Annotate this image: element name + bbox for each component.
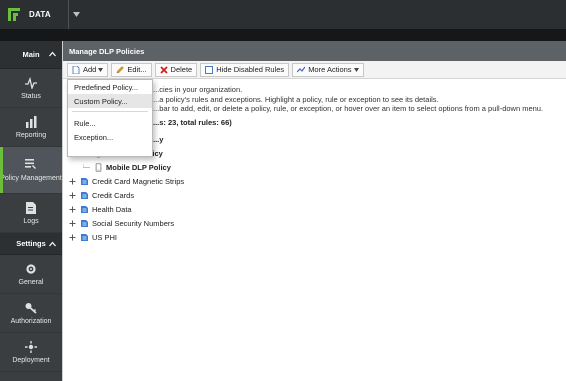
expand-plus-icon[interactable] xyxy=(69,178,76,185)
actions-icon xyxy=(297,66,306,72)
sidebar-item-label: General xyxy=(18,278,44,286)
menu-item-rule[interactable]: Rule... xyxy=(68,116,152,130)
sidebar-item-policy-management[interactable]: Policy Management xyxy=(0,147,62,194)
policy-list-icon xyxy=(25,158,36,169)
app-switcher[interactable]: DATA xyxy=(0,0,68,29)
sidebar-item-reporting[interactable]: Reporting xyxy=(0,108,62,147)
sidebar-item-label: Reporting xyxy=(15,131,47,139)
expand-plus-icon[interactable] xyxy=(69,220,76,227)
menu-separator xyxy=(72,111,148,112)
chevron-down-icon xyxy=(98,67,104,72)
sidebar-item-deployment[interactable]: Deployment xyxy=(0,333,62,372)
delete-button[interactable]: Delete xyxy=(154,62,198,77)
tree-node-policy[interactable]: US PHI xyxy=(69,231,566,245)
module-name: DATA xyxy=(29,10,51,19)
tree-node-policy[interactable]: Credit Card Magnetic Strips xyxy=(69,175,566,189)
chevron-up-icon xyxy=(49,51,56,57)
policy-icon xyxy=(81,234,88,241)
tree-node-label: US PHI xyxy=(92,233,118,242)
expand-plus-icon[interactable] xyxy=(69,206,76,213)
gear-icon xyxy=(26,263,36,274)
section-label: Settings xyxy=(16,239,46,248)
delete-x-icon xyxy=(159,65,168,74)
section-label: Main xyxy=(22,50,40,59)
edit-label: Edit... xyxy=(127,65,147,74)
tree-line-icon xyxy=(83,164,90,168)
policy-icon xyxy=(81,178,88,185)
sidebar-item-label: Deployment xyxy=(12,356,50,364)
tree-node-label: Health Data xyxy=(92,205,132,214)
expand-plus-icon[interactable] xyxy=(69,234,76,241)
new-document-icon xyxy=(72,65,80,74)
delete-label: Delete xyxy=(170,65,193,74)
menu-item-custom-policy[interactable]: Custom Policy... xyxy=(68,94,152,108)
chevron-down-icon xyxy=(72,12,80,17)
edit-button[interactable]: Edit... xyxy=(111,62,152,77)
checkbox-icon xyxy=(205,65,214,74)
tree-node-label: Mobile DLP Policy xyxy=(106,163,171,172)
toolbar: Add Edit... Delete Hide Disabled Rules M… xyxy=(63,61,566,79)
pulse-icon xyxy=(25,76,37,89)
pencil-icon xyxy=(117,65,125,73)
menu-item-predefined-policy[interactable]: Predefined Policy... xyxy=(68,80,152,94)
page-title: Manage DLP Policies xyxy=(63,41,566,61)
add-button[interactable]: Add xyxy=(67,62,109,77)
more-actions-label: More Actions xyxy=(308,65,352,74)
chevron-up-icon xyxy=(49,241,56,247)
menu-item-exception[interactable]: Exception... xyxy=(68,130,152,144)
policy-icon xyxy=(81,206,88,213)
sidebar-item-logs[interactable]: Logs xyxy=(0,194,62,233)
module-dropdown[interactable] xyxy=(69,0,83,29)
tree-node-policy[interactable]: Credit Cards xyxy=(69,189,566,203)
deployment-icon xyxy=(25,340,37,353)
policy-icon xyxy=(81,220,88,227)
mobile-device-icon xyxy=(95,163,102,172)
add-dropdown-menu: Predefined Policy... Custom Policy... Ru… xyxy=(67,79,153,157)
tree-node-mobile-dlp-policy[interactable]: Mobile DLP Policy xyxy=(69,161,566,175)
sidebar-item-label: Policy Management xyxy=(0,174,62,182)
tree-node-label: Credit Card Magnetic Strips xyxy=(92,177,185,186)
sidebar-item-label: Authorization xyxy=(10,317,52,325)
sidebar-item-general[interactable]: General xyxy=(0,255,62,294)
tree-node-label: Social Security Numbers xyxy=(92,219,175,228)
top-bar: DATA xyxy=(0,0,566,29)
sidebar-item-label: Status xyxy=(21,92,41,100)
expand-plus-icon[interactable] xyxy=(69,192,76,199)
add-label: Add xyxy=(83,65,97,74)
tree-node-policy[interactable]: Health Data xyxy=(69,203,566,217)
hide-disabled-rules-button[interactable]: Hide Disabled Rules xyxy=(200,62,290,77)
bar-chart-icon xyxy=(26,115,37,128)
document-icon xyxy=(26,201,36,214)
forcepoint-logo-icon xyxy=(8,8,20,21)
sub-bar xyxy=(0,29,566,41)
key-icon xyxy=(25,302,37,314)
hide-disabled-label: Hide Disabled Rules xyxy=(216,65,285,74)
sidebar-item-label: Logs xyxy=(23,217,39,225)
chevron-down-icon xyxy=(353,67,359,72)
more-actions-button[interactable]: More Actions xyxy=(292,62,364,77)
policy-icon xyxy=(81,192,88,199)
sidebar-item-status[interactable]: Status xyxy=(0,69,62,108)
sidebar-item-authorization[interactable]: Authorization xyxy=(0,294,62,333)
sidebar: Main Status Reporting Policy Management … xyxy=(0,41,62,381)
tree-node-policy[interactable]: Social Security Numbers xyxy=(69,217,566,231)
sidebar-section-main[interactable]: Main xyxy=(0,41,62,69)
tree-node-label: Credit Cards xyxy=(92,191,135,200)
sidebar-section-settings[interactable]: Settings xyxy=(0,233,62,255)
